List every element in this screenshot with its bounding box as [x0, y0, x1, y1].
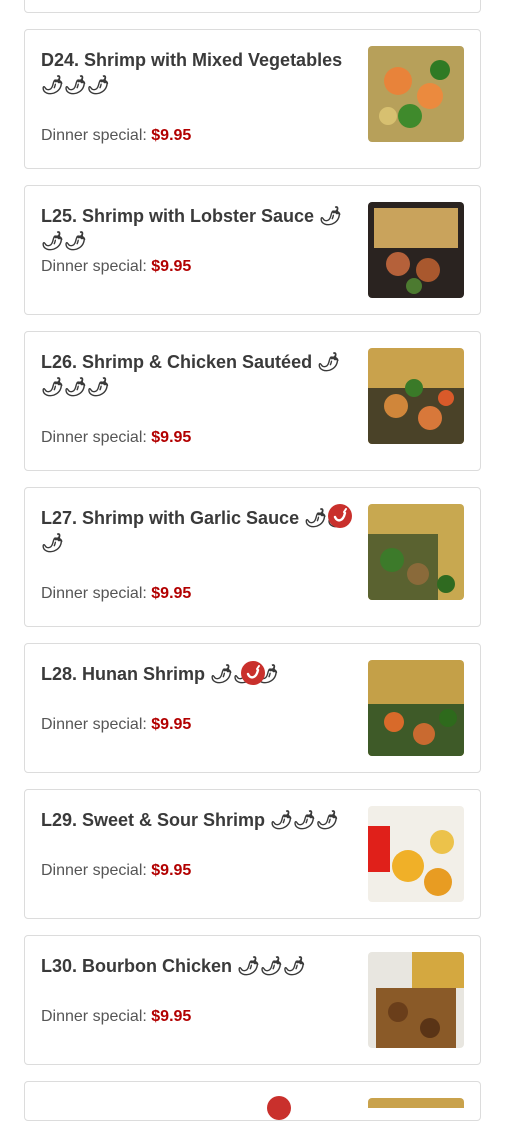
menu-item-photo: [368, 952, 464, 1048]
menu-item-title: L29. Sweet & Sour Shrimp 🌶🌶🌶: [41, 810, 339, 830]
price-row: Dinner special: $9.95: [41, 127, 191, 145]
price-label: Dinner special:: [41, 1008, 147, 1025]
menu-item-title: L25. Shrimp with Lobster Sauce 🌶🌶🌶: [41, 206, 342, 251]
price-label: Dinner special:: [41, 258, 147, 275]
price-row: Dinner special: $9.95: [41, 585, 191, 603]
chili-pepper-icon: [328, 504, 352, 528]
price-row: Dinner special: $9.95: [41, 862, 191, 880]
menu-item-card-partial[interactable]: [24, 0, 481, 13]
menu-item-title-text: L27. Shrimp with Garlic Sauce 🌶🌶🌶: [41, 508, 350, 553]
price-value: $9.95: [151, 127, 192, 144]
menu-item-photo: [368, 660, 464, 756]
price-value: $9.95: [151, 429, 192, 446]
menu-item-title: L30. Bourbon Chicken 🌶🌶🌶: [41, 956, 306, 976]
menu-item-title: L26. Shrimp & Chicken Sautéed 🌶🌶🌶🌶: [41, 352, 340, 397]
menu-item-photo: [368, 348, 464, 444]
menu-item-photo: [368, 806, 464, 902]
price-row: Dinner special: $9.95: [41, 1008, 191, 1026]
menu-item-photo: [368, 46, 464, 142]
menu-item-photo: [368, 1098, 464, 1108]
menu-item-title: L27. Shrimp with Garlic Sauce 🌶🌶🌶: [41, 506, 353, 556]
price-row: Dinner special: $9.95: [41, 716, 191, 734]
menu-item-card[interactable]: L27. Shrimp with Garlic Sauce 🌶🌶🌶 Dinner…: [24, 487, 481, 627]
menu-item-card-partial[interactable]: [24, 1081, 481, 1121]
menu-item-title: D24. Shrimp with Mixed Vegetables 🌶🌶🌶: [41, 50, 343, 95]
chili-pepper-icon: [241, 661, 265, 685]
price-value: $9.95: [151, 258, 192, 275]
price-label: Dinner special:: [41, 862, 147, 879]
chili-pepper-icon: [267, 1096, 291, 1120]
menu-item-photo: [368, 202, 464, 298]
price-label: Dinner special:: [41, 429, 147, 446]
menu-item-card[interactable]: L25. Shrimp with Lobster Sauce 🌶🌶🌶 Dinne…: [24, 185, 481, 315]
price-value: $9.95: [151, 1008, 192, 1025]
price-label: Dinner special:: [41, 716, 147, 733]
menu-item-photo: [368, 504, 464, 600]
menu-item-title: L28. Hunan Shrimp 🌶🌶🌶: [41, 662, 353, 687]
price-label: Dinner special:: [41, 127, 147, 144]
menu-item-card[interactable]: L29. Sweet & Sour Shrimp 🌶🌶🌶 Dinner spec…: [24, 789, 481, 919]
price-row: Dinner special: $9.95: [41, 258, 191, 276]
price-label: Dinner special:: [41, 585, 147, 602]
price-value: $9.95: [151, 716, 192, 733]
menu-item-card[interactable]: L26. Shrimp & Chicken Sautéed 🌶🌶🌶🌶 Dinne…: [24, 331, 481, 471]
price-row: Dinner special: $9.95: [41, 429, 191, 447]
menu-item-card[interactable]: L28. Hunan Shrimp 🌶🌶🌶 Dinner special: $9…: [24, 643, 481, 773]
menu-item-card[interactable]: L30. Bourbon Chicken 🌶🌶🌶 Dinner special:…: [24, 935, 481, 1065]
menu-item-card[interactable]: D24. Shrimp with Mixed Vegetables 🌶🌶🌶 Di…: [24, 29, 481, 169]
price-value: $9.95: [151, 585, 192, 602]
price-value: $9.95: [151, 862, 192, 879]
